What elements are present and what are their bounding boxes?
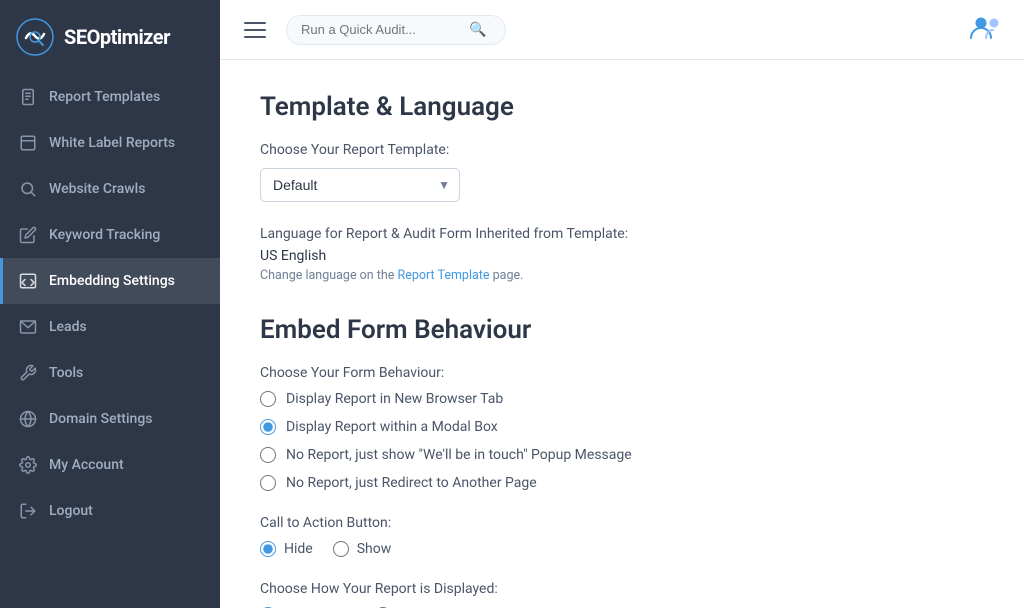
sidebar-item-label: Tools — [49, 365, 83, 381]
sidebar-item-leads[interactable]: Leads — [0, 304, 220, 350]
page-content: Template & Language Choose Your Report T… — [220, 60, 1024, 608]
sidebar-item-white-label-reports[interactable]: White Label Reports — [0, 120, 220, 166]
search-input[interactable] — [301, 22, 461, 37]
cta-hide-input[interactable] — [260, 541, 276, 557]
radio-popup-msg-input[interactable] — [260, 447, 276, 463]
hamburger-line — [244, 29, 266, 31]
language-hint-text: Change language on the — [260, 268, 394, 283]
sidebar-item-tools[interactable]: Tools — [0, 350, 220, 396]
gear-icon — [19, 456, 37, 474]
sidebar: SEOptimizer Report Templates White Label… — [0, 0, 220, 608]
sidebar-item-report-templates[interactable]: Report Templates — [0, 74, 220, 120]
radio-modal-box-input[interactable] — [260, 419, 276, 435]
mail-icon — [19, 318, 37, 336]
sidebar-item-label: My Account — [49, 457, 124, 473]
display-label: Choose How Your Report is Displayed: — [260, 581, 984, 597]
user-avatar-icon[interactable] — [968, 10, 1004, 46]
tools-icon — [19, 364, 37, 382]
radio-new-tab-input[interactable] — [260, 391, 276, 407]
sidebar-item-domain-settings[interactable]: Domain Settings — [0, 396, 220, 442]
embed-icon — [19, 272, 37, 290]
language-hint-suffix: page. — [493, 268, 524, 283]
language-value: US English — [260, 248, 984, 264]
pencil-icon — [19, 226, 37, 244]
radio-redirect[interactable]: No Report, just Redirect to Another Page — [260, 475, 984, 491]
sidebar-item-logout[interactable]: Logout — [0, 488, 220, 534]
file-icon — [19, 88, 37, 106]
report-template-link[interactable]: Report Template — [398, 268, 490, 283]
seoptimizer-logo-icon — [16, 18, 54, 56]
radio-redirect-label: No Report, just Redirect to Another Page — [286, 475, 537, 491]
header-right — [968, 10, 1004, 50]
sidebar-item-embedding-settings[interactable]: Embedding Settings — [0, 258, 220, 304]
radio-new-tab-label: Display Report in New Browser Tab — [286, 391, 503, 407]
sidebar-item-label: Embedding Settings — [49, 273, 175, 289]
choose-template-label: Choose Your Report Template: — [260, 142, 984, 158]
globe-icon — [19, 410, 37, 428]
cta-show-label: Show — [357, 541, 392, 557]
embed-form-title: Embed Form Behaviour — [260, 315, 984, 345]
radio-modal-box-label: Display Report within a Modal Box — [286, 419, 498, 435]
sidebar-nav: Report Templates White Label Reports Web… — [0, 74, 220, 534]
radio-new-tab[interactable]: Display Report in New Browser Tab — [260, 391, 984, 407]
cta-label: Call to Action Button: — [260, 515, 984, 531]
tag-icon — [19, 134, 37, 152]
search-circle-icon — [19, 180, 37, 198]
main-area: 🔍 Template & Language Choose Your Report… — [220, 0, 1024, 608]
sidebar-item-keyword-tracking[interactable]: Keyword Tracking — [0, 212, 220, 258]
sidebar-item-label: Keyword Tracking — [49, 227, 160, 243]
radio-modal-box[interactable]: Display Report within a Modal Box — [260, 419, 984, 435]
sidebar-item-my-account[interactable]: My Account — [0, 442, 220, 488]
language-section: Language for Report & Audit Form Inherit… — [260, 226, 984, 283]
form-behaviour-label: Choose Your Form Behaviour: — [260, 365, 984, 381]
header: 🔍 — [220, 0, 1024, 60]
sidebar-item-label: Website Crawls — [49, 181, 145, 197]
cta-show-radio[interactable]: Show — [333, 541, 392, 557]
search-icon: 🔍 — [469, 22, 486, 38]
radio-popup-msg-label: No Report, just show "We'll be in touch"… — [286, 447, 632, 463]
template-select-wrapper: Default Template 1 Template 2 ▼ — [260, 168, 460, 202]
language-header-text: Language for Report & Audit Form Inherit… — [260, 226, 984, 242]
sidebar-item-label: Leads — [49, 319, 87, 335]
sidebar-item-website-crawls[interactable]: Website Crawls — [0, 166, 220, 212]
cta-radio-group: Hide Show — [260, 541, 984, 557]
form-behaviour-radio-group: Display Report in New Browser Tab Displa… — [260, 391, 984, 491]
cta-hide-radio[interactable]: Hide — [260, 541, 313, 557]
hamburger-line — [244, 36, 266, 38]
radio-redirect-input[interactable] — [260, 475, 276, 491]
hamburger-line — [244, 22, 266, 24]
sidebar-logo: SEOptimizer — [0, 0, 220, 74]
hamburger-button[interactable] — [240, 18, 270, 42]
app-name: SEOptimizer — [64, 25, 170, 49]
cta-show-input[interactable] — [333, 541, 349, 557]
sidebar-item-label: Domain Settings — [49, 411, 152, 427]
template-select[interactable]: Default Template 1 Template 2 — [260, 168, 460, 202]
sidebar-item-label: Report Templates — [49, 89, 160, 105]
language-hint: Change language on the Report Template p… — [260, 268, 984, 283]
sidebar-item-label: White Label Reports — [49, 135, 175, 151]
template-language-title: Template & Language — [260, 92, 984, 122]
search-bar[interactable]: 🔍 — [286, 15, 506, 45]
logout-icon — [19, 502, 37, 520]
radio-popup-msg[interactable]: No Report, just show "We'll be in touch"… — [260, 447, 984, 463]
cta-hide-label: Hide — [284, 541, 313, 557]
sidebar-item-label: Logout — [49, 503, 93, 519]
